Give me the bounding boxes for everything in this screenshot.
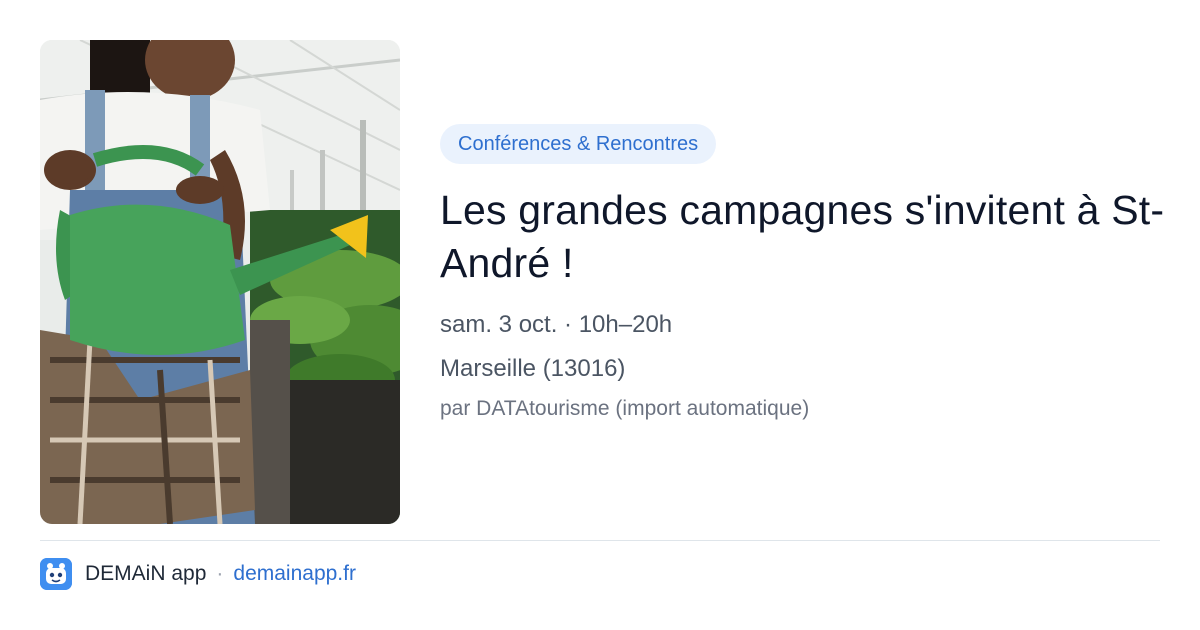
app-name: DEMAiN app [85, 562, 207, 585]
footer-separator: · [216, 562, 224, 585]
event-source: par DATAtourisme (import automatique) [440, 397, 810, 420]
event-location: Marseille (13016) [440, 355, 626, 382]
footer: DEMAiN app · demainapp.fr [40, 558, 356, 590]
event-photo[interactable] [40, 40, 400, 524]
footer-divider [40, 540, 1160, 541]
category-badge[interactable]: Conférences & Rencontres [440, 124, 717, 164]
event-date: sam. 3 oct. · 10h–20h [440, 311, 673, 338]
event-title[interactable]: Les grandes campagnes s'invitent à St-An… [440, 184, 1170, 290]
demain-app-icon[interactable] [40, 558, 72, 590]
site-link[interactable]: demainapp.fr [233, 562, 356, 586]
event-details: Conférences & Rencontres Les grandes cam… [440, 124, 1170, 422]
